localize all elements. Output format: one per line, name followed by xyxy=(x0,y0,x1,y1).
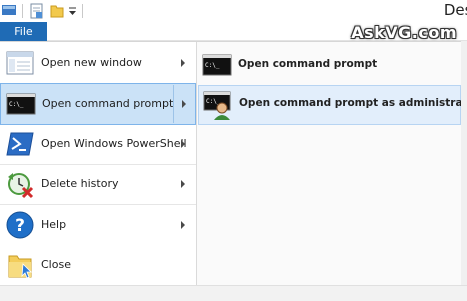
menu-item-open-windows-powershell[interactable]: Open Windows PowerShell xyxy=(0,124,196,164)
file-menu-panel: Open new window C:\_ Open command prompt… xyxy=(0,41,467,301)
submenu-item-open-command-prompt[interactable]: C:\_ Open command prompt xyxy=(198,47,461,85)
menu-item-label: Open Windows PowerShell xyxy=(41,137,187,150)
admin-command-prompt-icon: C:\_ xyxy=(203,90,233,120)
command-prompt-icon: C:\_ xyxy=(6,89,36,119)
submenu-item-label: Open command prompt as administrator xyxy=(239,97,467,109)
watermark-text: AskVG.com xyxy=(351,23,457,42)
open-new-window-icon xyxy=(5,48,35,78)
submenu-arrow-icon xyxy=(181,59,185,67)
split-divider xyxy=(173,85,174,123)
command-prompt-icon: C:\_ xyxy=(202,51,232,81)
qat-separator xyxy=(82,4,83,18)
command-prompt-submenu: C:\_ Open command prompt C:\_ Open comma… xyxy=(197,42,467,286)
properties-icon[interactable] xyxy=(30,3,44,22)
powershell-icon xyxy=(5,129,35,159)
submenu-item-open-command-prompt-admin[interactable]: C:\_ Open command prompt as administrato… xyxy=(198,85,467,125)
help-icon: ? xyxy=(5,210,35,240)
submenu-arrow-icon xyxy=(181,140,185,148)
menu-item-label: Open new window xyxy=(41,56,142,69)
status-strip xyxy=(0,285,467,301)
menu-item-label: Delete history xyxy=(41,177,119,190)
submenu-arrow-icon xyxy=(181,180,185,188)
svg-text:C:\_: C:\_ xyxy=(205,62,220,69)
qat-separator xyxy=(22,4,23,18)
menu-item-open-new-window[interactable]: Open new window xyxy=(0,43,196,83)
window-title: Deskt xyxy=(443,1,467,19)
delete-history-icon xyxy=(5,169,35,199)
menu-item-delete-history[interactable]: Delete history xyxy=(0,164,196,204)
menu-item-label: Open command prompt xyxy=(42,97,174,110)
scrollbar-track xyxy=(461,41,467,286)
submenu-arrow-icon xyxy=(181,221,185,229)
submenu-item-label: Open command prompt xyxy=(238,58,378,70)
menu-item-label: Close xyxy=(41,258,71,271)
menu-item-help[interactable]: ? Help xyxy=(0,205,196,245)
menu-item-close[interactable]: Close xyxy=(0,245,196,285)
svg-text:C:\_: C:\_ xyxy=(9,101,24,108)
title-bar: Deskt xyxy=(0,0,467,22)
submenu-arrow-icon[interactable] xyxy=(182,100,186,108)
close-folder-icon xyxy=(5,250,35,280)
svg-text:?: ? xyxy=(15,216,25,236)
customize-qat-icon[interactable] xyxy=(68,6,77,19)
tab-file[interactable]: File xyxy=(0,22,47,42)
app-menu-icon[interactable] xyxy=(2,3,16,20)
new-folder-icon[interactable] xyxy=(50,3,64,22)
menu-item-open-command-prompt[interactable]: C:\_ Open command prompt xyxy=(0,83,196,125)
menu-item-label: Help xyxy=(41,218,67,231)
file-menu-list: Open new window C:\_ Open command prompt… xyxy=(0,42,197,286)
